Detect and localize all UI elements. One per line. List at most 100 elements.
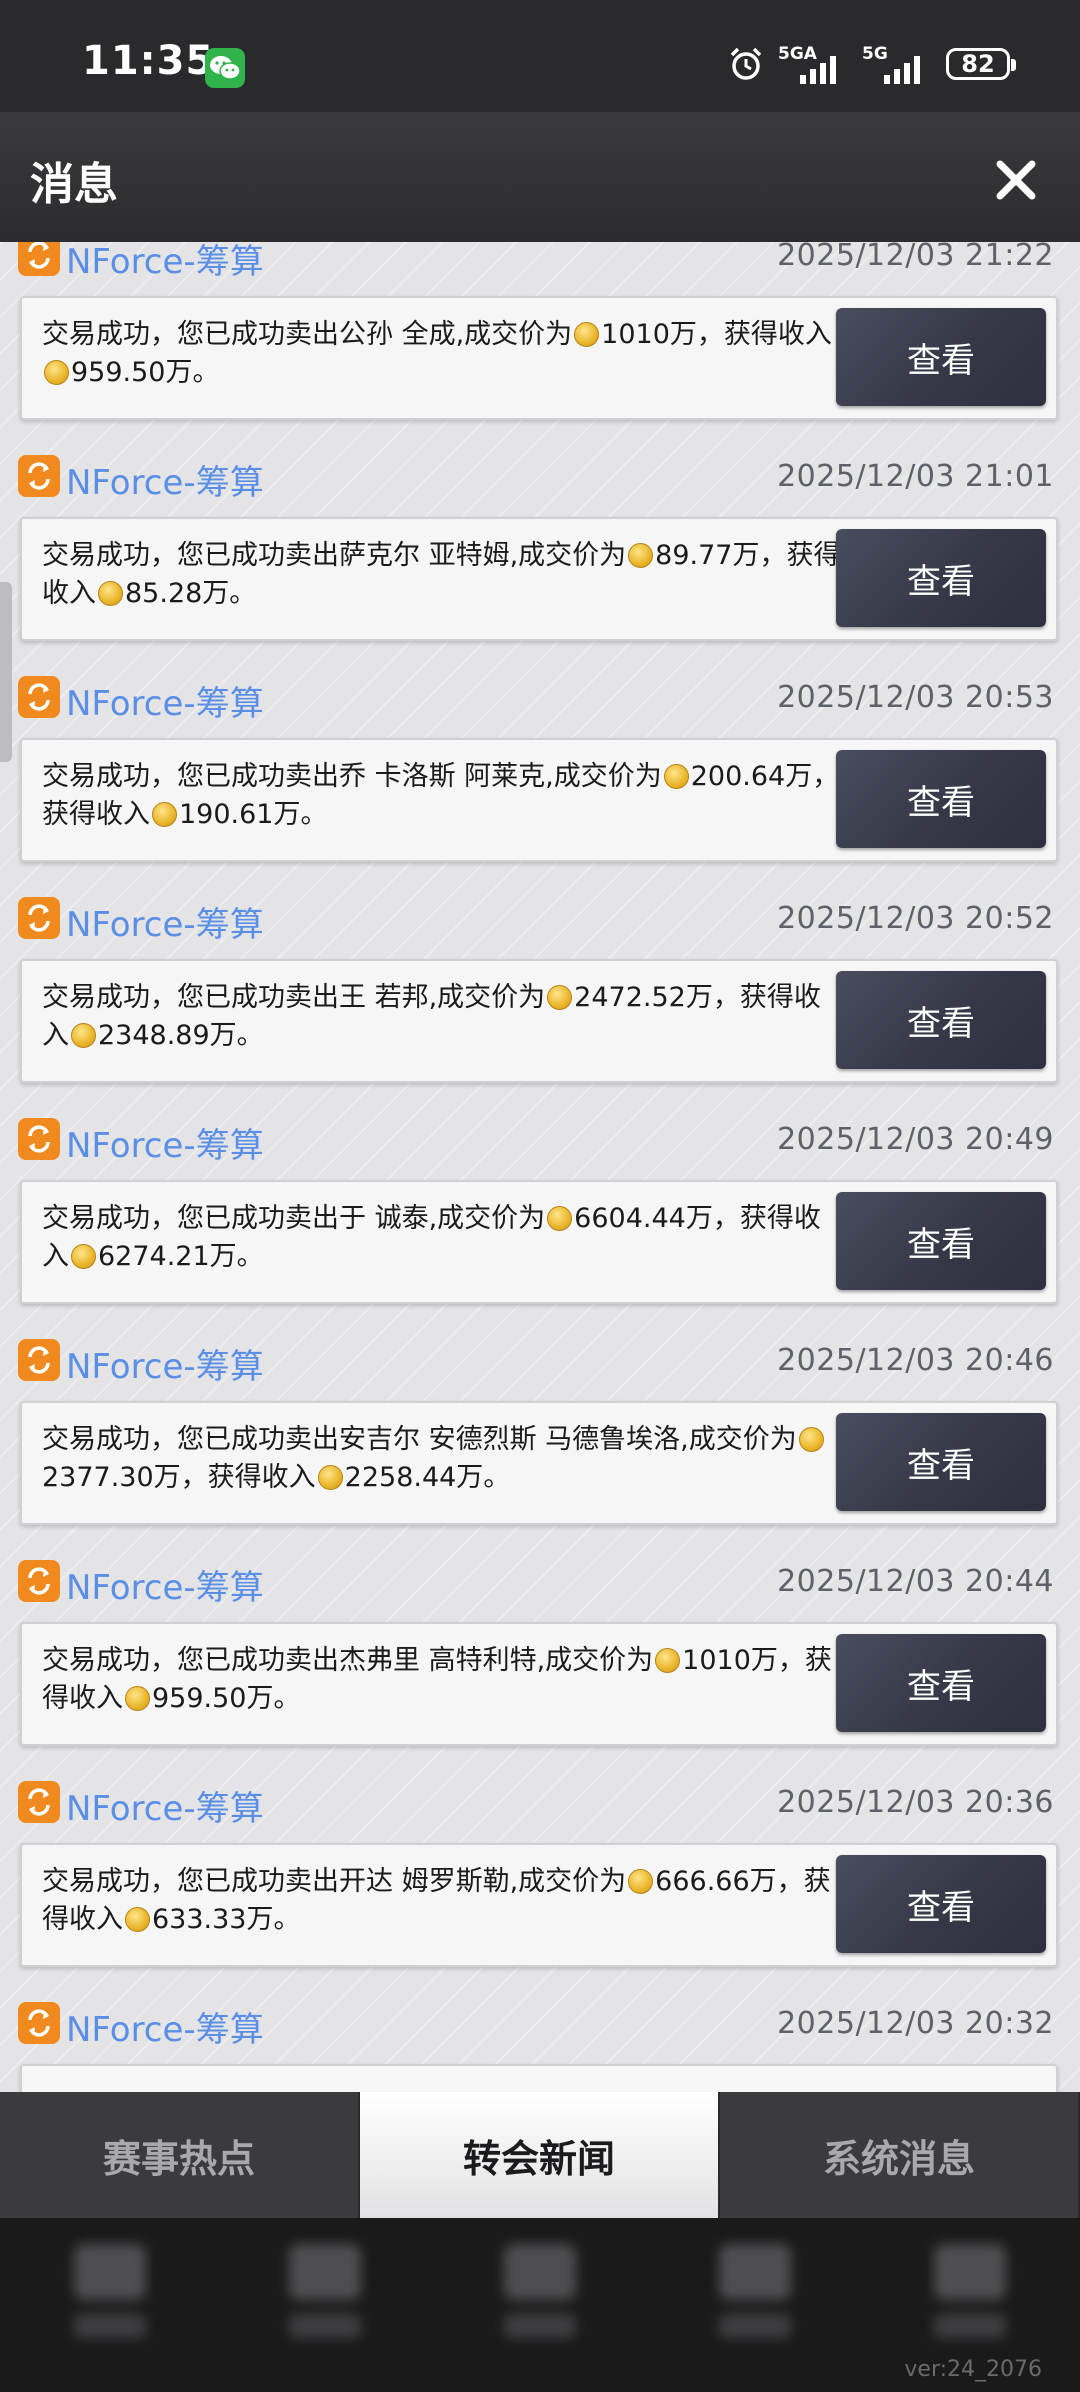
income-amount: 6274.21万 [98, 1241, 237, 1272]
nav-item [275, 2244, 375, 2364]
battery-level: 82 [961, 50, 995, 78]
message-source: NForce-筹算 [66, 905, 264, 945]
close-icon[interactable] [988, 152, 1044, 208]
view-button[interactable]: 查看 [836, 1634, 1046, 1732]
transfer-refresh-icon [18, 1118, 60, 1160]
coin-icon [71, 1023, 96, 1048]
message-body: 交易成功，您已成功卖出萨克尔 亚特姆,成交价为 89.77万，获得收入 85.28万… [42, 540, 841, 609]
sale-price: 2377.30万 [42, 1462, 181, 1493]
message-body: 交易成功，您已成功卖出公孙 全成,成交价为 1010万，获得收入959.50万。 [42, 319, 832, 388]
view-button[interactable]: 查看 [836, 1855, 1046, 1953]
sale-price: 2472.52万 [574, 982, 713, 1013]
coin-icon [628, 543, 654, 568]
tab-2[interactable]: 系统消息 [720, 2092, 1080, 2218]
message-body: 交易成功，您已成功卖出开达 姆罗斯勒,成交价为 666.66万，获得收入 633.3… [42, 1866, 831, 1935]
tab-0[interactable]: 赛事热点 [0, 2092, 360, 2218]
view-button[interactable]: 查看 [836, 750, 1046, 848]
message-timestamp: 2025/12/03 20:32 [777, 2006, 1054, 2041]
message-card: 交易成功，您已成功卖出乔 卡洛斯 阿莱克,成交价为 200.64万，获得收入 190… [20, 738, 1058, 862]
coin-icon [152, 802, 177, 827]
transfer-refresh-icon [18, 242, 60, 276]
message-card: 交易成功，您已成功卖出萨克尔 亚特姆,成交价为 89.77万，获得收入 85.28万… [20, 517, 1058, 641]
message-body: 交易成功，您已成功卖出乔 卡洛斯 阿莱克,成交价为 200.64万，获得收入 190… [42, 761, 840, 830]
message-header: NForce-筹算 2025/12/03 21:22 [0, 242, 1080, 284]
transfer-refresh-icon [18, 1560, 60, 1602]
message-timestamp: 2025/12/03 20:36 [777, 1785, 1054, 1820]
message-source: NForce-筹算 [66, 1126, 264, 1166]
coin-icon [547, 1206, 573, 1231]
message-list[interactable]: NForce-筹算 2025/12/03 21:22 交易成功，您已成功卖出公孙 全… [0, 242, 1080, 2092]
view-button[interactable]: 查看 [836, 971, 1046, 1069]
coin-icon [628, 1869, 654, 1894]
coin-icon [663, 764, 689, 789]
sale-price: 666.66万 [655, 1866, 777, 1897]
message-header: NForce-筹算 2025/12/03 21:01 [0, 441, 1080, 505]
view-button[interactable]: 查看 [836, 529, 1046, 627]
battery-icon: 82 [946, 48, 1016, 80]
coin-icon [125, 1907, 150, 1932]
alarm-icon [730, 47, 762, 80]
message-body: 交易成功，您已成功卖出杰弗里 高特利特,成交价为 1010万，获得收入 959.50… [42, 1645, 832, 1714]
coin-icon [125, 1686, 150, 1711]
wechat-notification-icon [205, 48, 245, 88]
nav-item [920, 2244, 1020, 2364]
coin-icon [798, 1427, 824, 1452]
sale-price: 1010万 [682, 1645, 778, 1676]
messages-header: 消息 [0, 112, 1080, 242]
signal-5g-icon: 5G [862, 44, 932, 84]
transfer-refresh-icon [18, 676, 60, 718]
message-body: 交易成功，您已成功卖出于 诚泰,成交价为 6604.44万，获得收入 6274.21… [42, 1203, 821, 1272]
message-timestamp: 2025/12/03 20:44 [777, 1564, 1054, 1599]
message-source: NForce-筹算 [66, 1789, 264, 1829]
message-header: NForce-筹算 2025/12/03 20:46 [0, 1325, 1080, 1389]
version-label: ver:24_2076 [904, 2357, 1042, 2382]
message-item: NForce-筹算 2025/12/03 20:32 [0, 1988, 1080, 2092]
message-card: 交易成功，您已成功卖出王 若邦,成交价为 2472.52万，获得收入 2348.89… [20, 959, 1058, 1083]
message-card: 交易成功，您已成功卖出杰弗里 高特利特,成交价为 1010万，获得收入 959.50… [20, 1622, 1058, 1746]
message-timestamp: 2025/12/03 20:46 [777, 1343, 1054, 1378]
message-item: NForce-筹算 2025/12/03 20:53 交易成功，您已成功卖出乔 卡洛… [0, 662, 1080, 883]
message-card [20, 2064, 1058, 2092]
coin-icon [655, 1648, 681, 1673]
message-header: NForce-筹算 2025/12/03 20:53 [0, 662, 1080, 726]
signal-5ga-icon: 5GA [778, 44, 848, 84]
message-source: NForce-筹算 [66, 2010, 264, 2050]
transfer-refresh-icon [18, 455, 60, 497]
page-title: 消息 [30, 159, 118, 210]
message-timestamp: 2025/12/03 20:49 [777, 1122, 1054, 1157]
message-timestamp: 2025/12/03 20:52 [777, 901, 1054, 936]
income-amount: 2348.89万 [98, 1020, 237, 1051]
message-source: NForce-筹算 [66, 1568, 264, 1608]
message-body: 交易成功，您已成功卖出安吉尔 安德烈斯 马德鲁埃洛,成交价为2377.30万，获… [42, 1421, 842, 1497]
message-header: NForce-筹算 2025/12/03 20:52 [0, 883, 1080, 947]
message-body: 交易成功，您已成功卖出王 若邦,成交价为 2472.52万，获得收入 2348.89… [42, 982, 821, 1051]
view-button[interactable]: 查看 [836, 1192, 1046, 1290]
message-card: 交易成功，您已成功卖出公孙 全成,成交价为 1010万，获得收入959.50万。查… [20, 296, 1058, 420]
coin-icon [317, 1465, 343, 1490]
transfer-refresh-icon [18, 897, 60, 939]
message-timestamp: 2025/12/03 21:01 [777, 459, 1054, 494]
message-item: NForce-筹算 2025/12/03 20:44 交易成功，您已成功卖出杰弗里 … [0, 1546, 1080, 1767]
message-source: NForce-筹算 [66, 1347, 264, 1387]
scrollbar[interactable] [0, 582, 12, 762]
message-timestamp: 2025/12/03 21:22 [777, 242, 1054, 273]
income-amount: 633.33万 [152, 1904, 274, 1935]
message-card: 交易成功，您已成功卖出于 诚泰,成交价为 6604.44万，获得收入 6274.21… [20, 1180, 1058, 1304]
message-item: NForce-筹算 2025/12/03 20:49 交易成功，您已成功卖出于 诚泰… [0, 1104, 1080, 1325]
transfer-refresh-icon [18, 1781, 60, 1823]
coin-icon [98, 581, 123, 606]
coin-icon [44, 360, 69, 385]
tab-1[interactable]: 转会新闻 [360, 2092, 720, 2218]
message-source: NForce-筹算 [66, 463, 264, 503]
income-amount: 959.50万 [71, 357, 193, 388]
message-timestamp: 2025/12/03 20:53 [777, 680, 1054, 715]
coin-icon [71, 1244, 96, 1269]
nav-item [490, 2244, 590, 2364]
message-header: NForce-筹算 2025/12/03 20:36 [0, 1767, 1080, 1831]
coin-icon [574, 322, 600, 347]
message-item: NForce-筹算 2025/12/03 20:36 交易成功，您已成功卖出开达 姆… [0, 1767, 1080, 1988]
category-tabs: 赛事热点 转会新闻 系统消息 [0, 2092, 1080, 2218]
view-button[interactable]: 查看 [836, 308, 1046, 406]
sale-price: 200.64万 [690, 761, 813, 792]
view-button[interactable]: 查看 [836, 1413, 1046, 1511]
